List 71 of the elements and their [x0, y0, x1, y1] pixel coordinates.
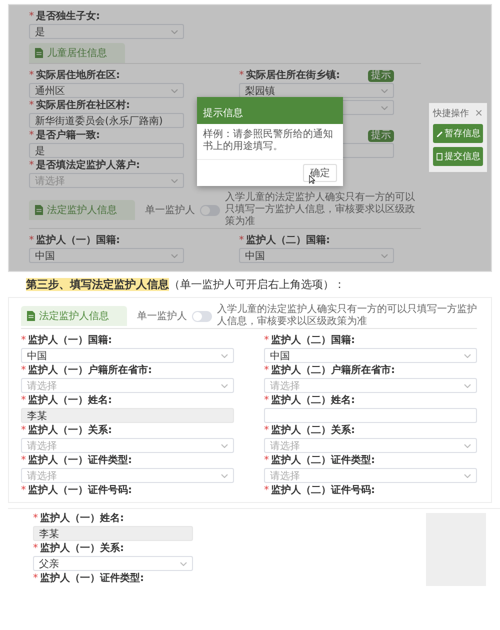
hint-badge: 提示 [368, 130, 394, 142]
input-field[interactable] [264, 408, 477, 423]
field-label: * 监护人（一）户籍所在省市: [21, 365, 152, 377]
field-label: * 是否独生子女: [29, 11, 100, 23]
field-label: * 监护人（二）姓名: [264, 395, 355, 407]
caret-icon [464, 384, 471, 388]
caret-icon [464, 444, 471, 448]
document-icon [35, 48, 43, 58]
toggle-label: 单一监护人 [145, 204, 195, 217]
caret-icon [171, 178, 178, 182]
input-field[interactable]: 是 [29, 143, 184, 158]
field-label: * 监护人（一）关系: [21, 425, 112, 437]
caret-icon [221, 384, 228, 388]
field-label: * 实际居住地所在区: [29, 70, 120, 82]
select-field[interactable]: 是 [29, 24, 184, 39]
toggle-label: 单一监护人 [137, 310, 187, 323]
section-tab[interactable]: 法定监护人信息 [21, 306, 127, 326]
field-label: * 监护人（二）户籍所在省市: [264, 365, 395, 377]
step-heading: 第三步、填写法定监护人信息（单一监护人可开启右上角选项）： [26, 277, 346, 292]
caret-icon [171, 30, 178, 34]
field-label: * 监护人（二）证件号码: [264, 485, 375, 497]
select-field[interactable]: 梨园镇 [239, 83, 394, 98]
field-label: * 监护人（一）关系: [33, 543, 124, 555]
dialog-title: 提示信息 [203, 108, 243, 119]
select-field[interactable]: 中国 [239, 248, 394, 263]
field-label: * 是否户籍一致: [29, 130, 100, 142]
pencil-icon [436, 130, 442, 138]
select-field[interactable]: 中国 [264, 348, 477, 363]
caret-icon [221, 354, 228, 358]
caret-icon [464, 474, 471, 478]
caret-icon [381, 88, 388, 92]
select-field[interactable]: 中国 [21, 348, 234, 363]
field-label: * 监护人（一）证件类型: [33, 573, 144, 585]
field-label: * 监护人（一）国籍: [21, 335, 112, 347]
notice-text: 入学儿童的法定监护人确实只有一方的可以只填写一方监护人信息，审核要求以区级政策为准 [217, 304, 477, 328]
field-label: * 是否填法定监护人落户: [29, 160, 140, 172]
caret-icon [381, 106, 388, 110]
field-label: * 监护人（一）姓名: [21, 395, 112, 407]
field-label: * 监护人（二）关系: [264, 425, 355, 437]
caret-icon [171, 88, 178, 92]
field-label: * 实际居住所在街乡镇: [239, 70, 340, 82]
document-icon [436, 152, 442, 160]
select-field[interactable]: 中国 [29, 248, 184, 263]
field-label: * 实际居住所在社区村: [29, 100, 130, 112]
document-icon [35, 205, 43, 215]
document-icon [27, 311, 35, 321]
field-label: * 监护人（二）国籍: [239, 235, 330, 247]
field-label: * 监护人（一）姓名: [33, 513, 124, 525]
notice-text: 入学儿童的法定监护人确实只有一方的可以只填写一方监护人信息，审核要求以区级政策为准 [225, 192, 416, 228]
select-field[interactable]: 父亲 [33, 556, 193, 571]
caret-icon [221, 444, 228, 448]
panel-title: 快捷操作 [433, 108, 469, 120]
caret-icon [221, 474, 228, 478]
select-field[interactable]: 通州区 [29, 83, 184, 98]
caret-icon [180, 562, 187, 566]
field-label: * 监护人（一）证件号码: [21, 485, 132, 497]
caret-icon [381, 254, 388, 258]
submit-button[interactable]: 提交信息 [433, 147, 483, 166]
dialog-message: 样例：请参照民警所给的通知书上的用途填写。 [202, 128, 334, 154]
toggle-switch[interactable] [192, 310, 212, 322]
field-label: * 监护人（二）证件类型: [264, 455, 375, 467]
field-label: * 监护人（二）国籍: [264, 335, 355, 347]
field-label: * 监护人（一）国籍: [29, 235, 120, 247]
hint-badge: 提示 [368, 70, 394, 82]
field-label: * 监护人（一）证件类型: [21, 455, 132, 467]
confirm-button[interactable]: 确定 [303, 164, 337, 182]
caret-icon [464, 354, 471, 358]
input-field[interactable]: 新华街道委员会(永乐厂路南) [29, 113, 184, 128]
caret-icon [171, 254, 178, 258]
toggle-switch[interactable] [200, 204, 220, 216]
save-button[interactable]: 暂存信息 [433, 124, 483, 143]
